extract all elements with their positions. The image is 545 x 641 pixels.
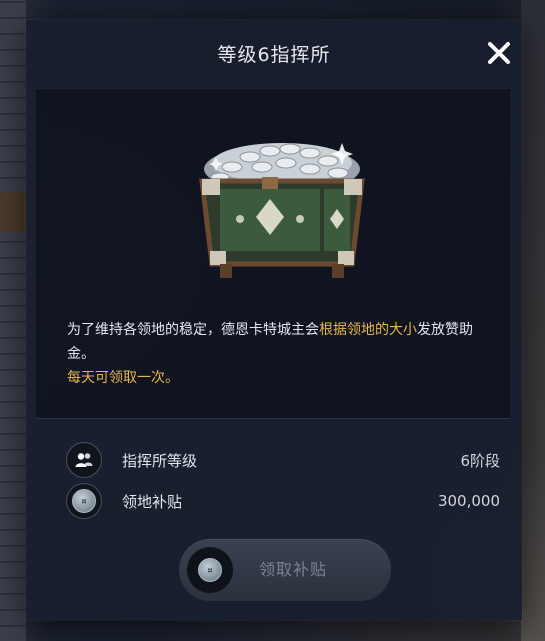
description-highlight: 根据领地的大小 bbox=[319, 322, 417, 338]
dialog-title: 等级6指挥所 bbox=[217, 43, 331, 66]
close-button[interactable] bbox=[484, 38, 514, 68]
info-row-hq-level: 指挥所等级 6阶段 bbox=[66, 442, 500, 478]
daily-claim-note: 每天可领取一次。 bbox=[67, 370, 179, 386]
info-row-territory-subsidy: ¤ 领地补贴 300,000 bbox=[66, 483, 500, 519]
info-label: 领地补贴 bbox=[122, 492, 183, 511]
info-value: 6阶段 bbox=[460, 451, 500, 470]
silver-coin-icon: ¤ bbox=[187, 547, 233, 593]
reward-info-panel: 为了维持各领地的稳定，德恩卡特城主会根据领地的大小发放赞助金。 每天可领取一次。 bbox=[36, 88, 510, 419]
claim-subsidy-button[interactable]: ¤ 领取补贴 bbox=[179, 539, 391, 601]
description-text: 为了维持各领地的稳定，德恩卡特城主会 bbox=[67, 322, 319, 338]
claim-button-label: 领取补贴 bbox=[259, 560, 328, 579]
subsidy-dialog: 等级6指挥所 为了维持各领地的稳定，德恩卡特城主会根据领地的大小发放赞助金。 每… bbox=[26, 20, 522, 620]
info-value: 300,000 bbox=[437, 492, 500, 510]
reward-description: 为了维持各领地的稳定，德恩卡特城主会根据领地的大小发放赞助金。 每天可领取一次。 bbox=[67, 318, 497, 390]
background-wall-right bbox=[521, 0, 545, 641]
close-icon bbox=[488, 42, 510, 64]
silver-coin-icon: ¤ bbox=[66, 483, 102, 519]
background-wall bbox=[0, 0, 26, 641]
background-barrel bbox=[0, 192, 26, 232]
info-label: 指挥所等级 bbox=[122, 451, 198, 470]
silver-chest-image bbox=[192, 129, 372, 294]
users-icon bbox=[66, 442, 102, 478]
